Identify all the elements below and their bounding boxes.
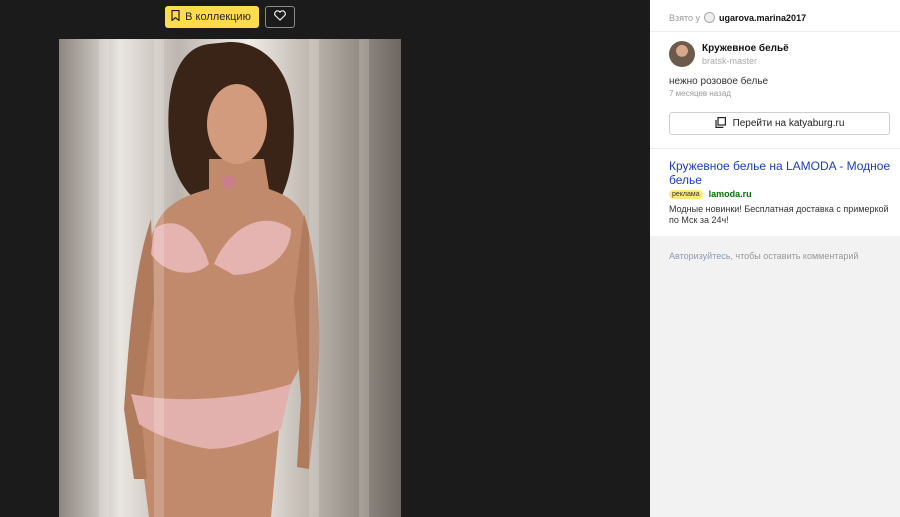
bookmark-icon xyxy=(171,9,180,24)
comment-area: Авторизуйтесь, чтобы оставить комментари… xyxy=(650,236,900,517)
taken-user-link[interactable]: ugarova.marina2017 xyxy=(719,13,806,23)
post-time: 7 месяцев назад xyxy=(669,89,731,98)
comment-prompt-text: , чтобы оставить комментарий xyxy=(730,251,859,261)
taken-from: Взято у ugarova.marina2017 xyxy=(669,12,806,23)
board-author[interactable]: bratsk-master xyxy=(702,56,757,66)
divider xyxy=(650,31,900,32)
main-photo[interactable] xyxy=(59,39,401,517)
image-toolbar: В коллекцию xyxy=(0,6,460,28)
board-avatar[interactable] xyxy=(669,41,695,67)
image-viewer: В коллекцию xyxy=(0,0,650,517)
add-to-collection-label: В коллекцию xyxy=(185,11,251,23)
taken-prefix: Взято у xyxy=(669,12,701,23)
go-to-site-label: Перейти на katyaburg.ru xyxy=(732,118,845,129)
divider xyxy=(650,148,900,149)
image-description: нежно розовое белье xyxy=(669,76,769,87)
heart-icon xyxy=(273,8,286,26)
go-to-site-button[interactable]: Перейти на katyaburg.ru xyxy=(669,112,890,135)
board-title[interactable]: Кружевное бельё xyxy=(702,43,789,54)
login-link[interactable]: Авторизуйтесь xyxy=(669,251,730,261)
copy-icon xyxy=(714,116,726,131)
photo-figure xyxy=(124,41,320,517)
ad-source: реклама lamoda.ru xyxy=(669,189,752,199)
ad-badge: реклама xyxy=(669,189,703,199)
ad-text: Модные новинки! Бесплатная доставка с пр… xyxy=(669,204,889,225)
info-sidebar: Взято у ugarova.marina2017 Кружевное бел… xyxy=(650,0,900,517)
add-to-collection-button[interactable]: В коллекцию xyxy=(165,6,259,28)
ad-title-link[interactable]: Кружевное белье на LAMODA - Модное белье xyxy=(669,159,891,187)
like-button[interactable] xyxy=(264,6,295,28)
user-avatar-icon xyxy=(704,12,716,23)
ad-domain-link[interactable]: lamoda.ru xyxy=(709,189,752,199)
comment-prompt: Авторизуйтесь, чтобы оставить комментари… xyxy=(669,251,858,261)
